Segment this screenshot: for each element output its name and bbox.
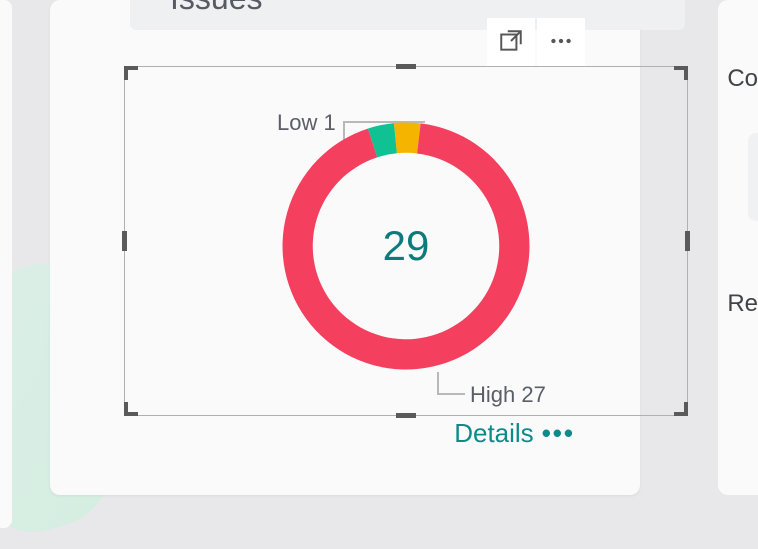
right-text-fragment-2: Re <box>727 290 758 318</box>
issues-label: Issues <box>170 0 262 12</box>
donut-chart-visual[interactable]: Low 1 29 High 27 <box>124 66 688 416</box>
selection-handle-tl[interactable] <box>124 66 138 80</box>
donut-slice-medium[interactable] <box>394 123 421 154</box>
issues-count: 8 <box>557 0 575 6</box>
details-label: Details <box>454 418 533 449</box>
donut-chart: 29 <box>280 120 532 372</box>
selection-handle-top[interactable] <box>396 64 416 69</box>
more-options-button[interactable] <box>537 18 585 66</box>
ellipsis-icon <box>548 28 574 57</box>
selection-handle-bottom[interactable] <box>396 413 416 418</box>
selection-handle-right[interactable] <box>685 231 690 251</box>
donut-center-value: 29 <box>383 222 430 270</box>
visual-toolbar <box>487 18 585 66</box>
right-text-fragment-1: Co <box>727 65 758 93</box>
details-ellipsis-icon: ••• <box>542 418 575 449</box>
slice-label-high: High 27 <box>470 382 546 408</box>
export-icon <box>498 28 524 57</box>
selection-handle-br[interactable] <box>674 402 688 416</box>
selection-handle-tr[interactable] <box>674 66 688 80</box>
right-inner-box <box>748 133 758 221</box>
issues-header-row: Issues 8 <box>130 0 685 30</box>
selection-handle-left[interactable] <box>122 231 127 251</box>
issues-card: Issues 8 <box>50 0 640 495</box>
focus-mode-button[interactable] <box>487 18 535 66</box>
selection-handle-bl[interactable] <box>124 402 138 416</box>
left-card-sliver <box>0 0 12 528</box>
details-link[interactable]: Details ••• <box>454 418 575 449</box>
label-connector-high <box>437 372 465 395</box>
